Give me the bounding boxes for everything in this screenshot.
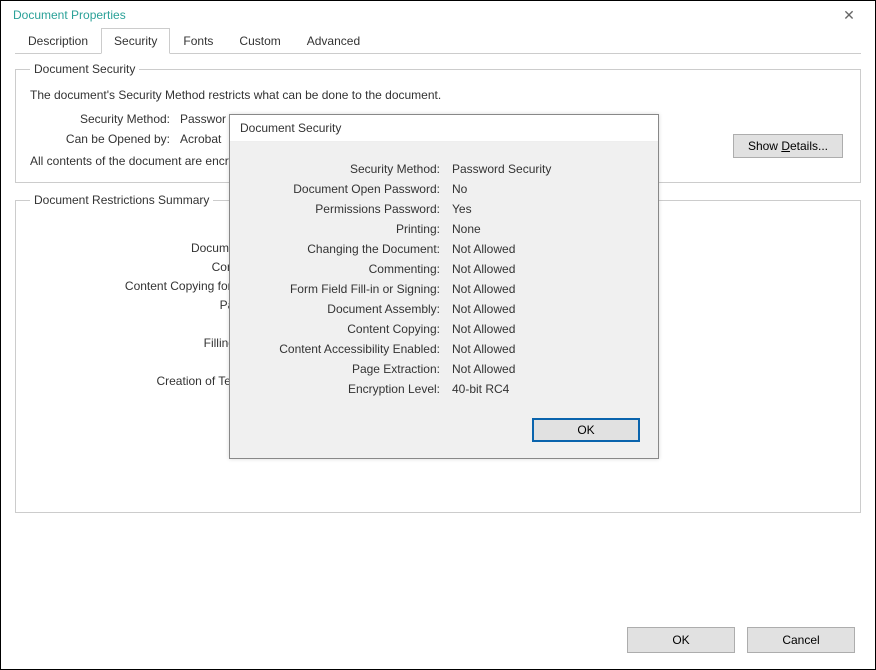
dialog-row-label: Printing: bbox=[240, 222, 440, 236]
opened-by-label: Can be Opened by: bbox=[30, 132, 170, 146]
security-method-label: Security Method: bbox=[30, 112, 170, 126]
dialog-row-label: Changing the Document: bbox=[240, 242, 440, 256]
window-title: Document Properties bbox=[13, 8, 126, 22]
dialog-row-label: Form Field Fill-in or Signing: bbox=[240, 282, 440, 296]
dialog-ok-button[interactable]: OK bbox=[532, 418, 640, 442]
tab-strip: Description Security Fonts Custom Advanc… bbox=[15, 27, 861, 54]
security-method-value: Passwor bbox=[180, 112, 226, 126]
dialog-row: Commenting: Not Allowed bbox=[240, 262, 640, 276]
dialog-row: Encryption Level: 40-bit RC4 bbox=[240, 382, 640, 396]
dialog-row-label: Commenting: bbox=[240, 262, 440, 276]
dialog-row: Printing: None bbox=[240, 222, 640, 236]
dialog-row: Document Open Password: No bbox=[240, 182, 640, 196]
dialog-row-value: Not Allowed bbox=[452, 362, 515, 376]
dialog-row-value: Yes bbox=[452, 202, 472, 216]
dialog-row-value: Not Allowed bbox=[452, 342, 515, 356]
dialog-row-value: Not Allowed bbox=[452, 302, 515, 316]
dialog-row-label: Document Assembly: bbox=[240, 302, 440, 316]
ok-button[interactable]: OK bbox=[627, 627, 735, 653]
tab-description[interactable]: Description bbox=[15, 28, 101, 54]
titlebar: Document Properties ✕ bbox=[1, 1, 875, 27]
opened-by-value: Acrobat bbox=[180, 132, 221, 146]
dialog-row: Form Field Fill-in or Signing: Not Allowe… bbox=[240, 282, 640, 296]
show-details-button[interactable]: Show Details... bbox=[733, 134, 843, 158]
dialog-row: Permissions Password: Yes bbox=[240, 202, 640, 216]
tab-security[interactable]: Security bbox=[101, 28, 170, 54]
dialog-buttons: OK Cancel bbox=[627, 627, 855, 653]
dialog-row: Page Extraction: Not Allowed bbox=[240, 362, 640, 376]
document-security-legend: Document Security bbox=[30, 62, 139, 76]
security-intro-text: The document's Security Method restricts… bbox=[30, 88, 846, 102]
dialog-row-label: Encryption Level: bbox=[240, 382, 440, 396]
dialog-row: Content Copying: Not Allowed bbox=[240, 322, 640, 336]
dialog-row-label: Content Accessibility Enabled: bbox=[240, 342, 440, 356]
dialog-row-label: Content Copying: bbox=[240, 322, 440, 336]
dialog-row-value: Not Allowed bbox=[452, 262, 515, 276]
dialog-footer: OK bbox=[230, 416, 658, 458]
document-security-dialog: Document Security Security Method: Passwo… bbox=[229, 114, 659, 459]
dialog-row-value: Not Allowed bbox=[452, 242, 515, 256]
close-icon[interactable]: ✕ bbox=[829, 5, 869, 25]
show-details-label: Show Details... bbox=[748, 139, 828, 153]
dialog-row-label: Document Open Password: bbox=[240, 182, 440, 196]
dialog-row-label: Page Extraction: bbox=[240, 362, 440, 376]
dialog-row: Changing the Document: Not Allowed bbox=[240, 242, 640, 256]
dialog-row: Document Assembly: Not Allowed bbox=[240, 302, 640, 316]
dialog-row-value: No bbox=[452, 182, 467, 196]
dialog-row-label: Permissions Password: bbox=[240, 202, 440, 216]
dialog-row-value: 40-bit RC4 bbox=[452, 382, 509, 396]
dialog-row: Content Accessibility Enabled: Not Allowe… bbox=[240, 342, 640, 356]
dialog-row-value: None bbox=[452, 222, 481, 236]
dialog-row-value: Not Allowed bbox=[452, 322, 515, 336]
tab-custom[interactable]: Custom bbox=[226, 28, 293, 54]
tab-fonts[interactable]: Fonts bbox=[170, 28, 226, 54]
dialog-body: Security Method: Password Security Documen… bbox=[230, 142, 658, 416]
cancel-button[interactable]: Cancel bbox=[747, 627, 855, 653]
dialog-row-label: Security Method: bbox=[240, 162, 440, 176]
tab-advanced[interactable]: Advanced bbox=[294, 28, 373, 54]
dialog-row-value: Password Security bbox=[452, 162, 551, 176]
restrictions-legend: Document Restrictions Summary bbox=[30, 193, 213, 207]
dialog-row: Security Method: Password Security bbox=[240, 162, 640, 176]
dialog-title: Document Security bbox=[230, 115, 658, 142]
dialog-row-value: Not Allowed bbox=[452, 282, 515, 296]
